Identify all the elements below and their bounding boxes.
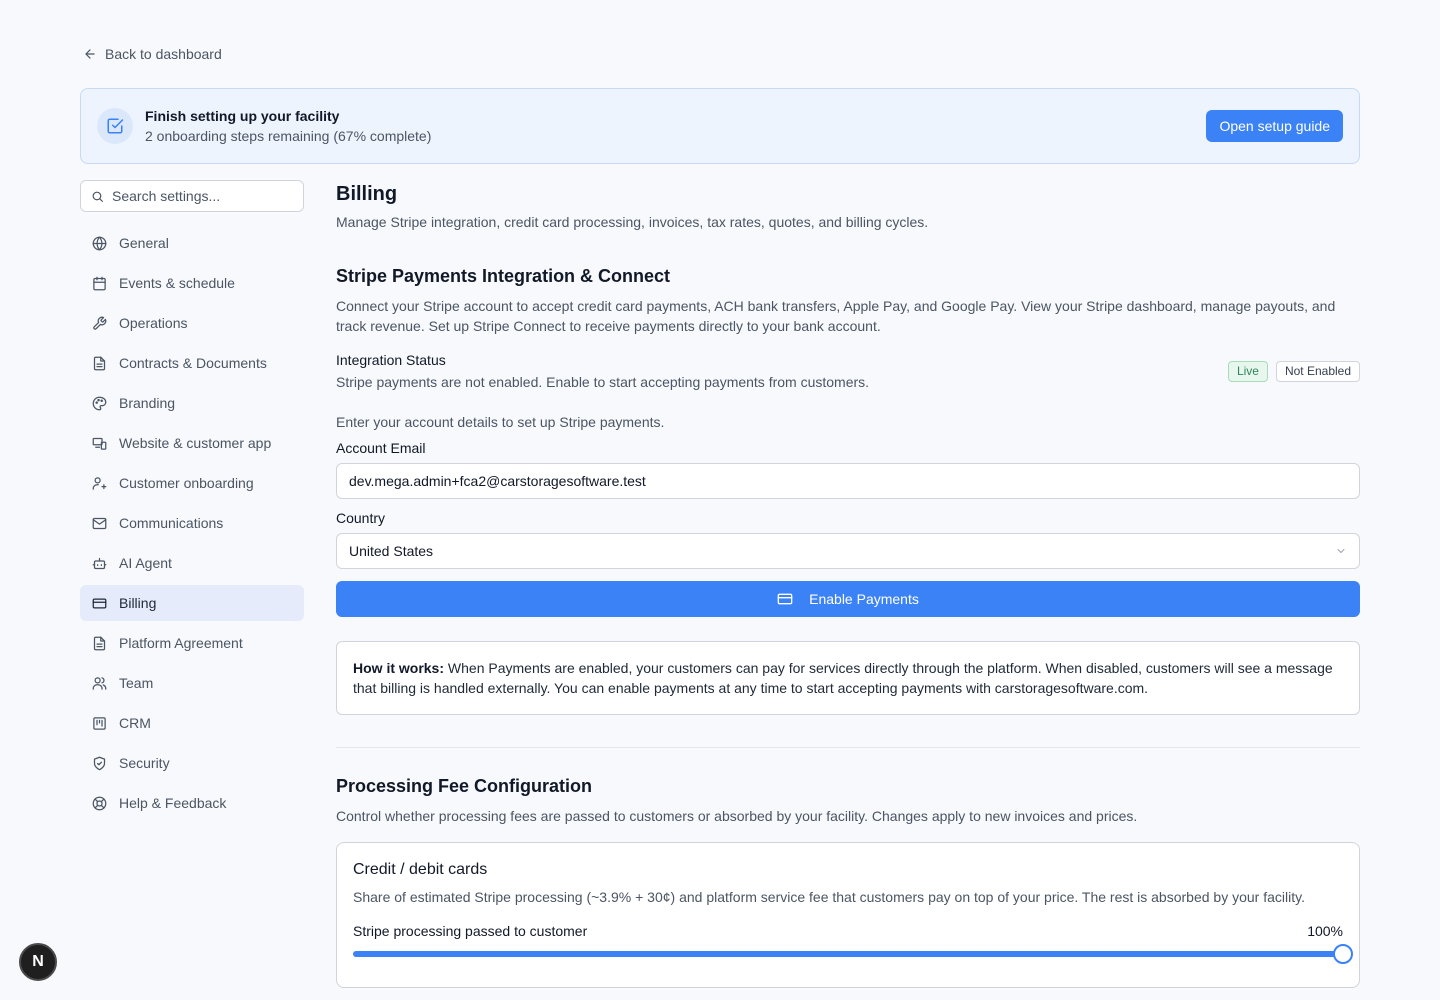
account-details-hint: Enter your account details to set up Str… xyxy=(336,414,665,430)
sidebar-item-label: Branding xyxy=(119,395,176,411)
processing-fee-slider[interactable] xyxy=(353,944,1353,964)
sidebar-item-events-schedule[interactable]: Events & schedule xyxy=(80,265,304,301)
integration-status-description: Stripe payments are not enabled. Enable … xyxy=(336,374,870,390)
sidebar-item-security[interactable]: Security xyxy=(80,745,304,781)
how-it-works-heading: How it works: xyxy=(353,660,445,676)
page-description: Manage Stripe integration, credit card p… xyxy=(336,214,929,230)
sidebar-item-website-customer-app[interactable]: Website & customer app xyxy=(80,425,304,461)
slider-label: Stripe processing passed to customer xyxy=(353,923,588,939)
slider-value: 100% xyxy=(1307,923,1343,939)
how-it-works-box: How it works: When Payments are enabled,… xyxy=(336,641,1360,715)
integration-status-row: Integration Status Stripe payments are n… xyxy=(336,352,1360,390)
enable-payments-button[interactable]: Enable Payments xyxy=(336,581,1360,617)
country-select[interactable]: United States xyxy=(336,533,1360,569)
sidebar-item-label: Contracts & Documents xyxy=(119,355,267,371)
fee-section-title: Processing Fee Configuration xyxy=(336,776,593,796)
sidebar-item-general[interactable]: General xyxy=(80,225,304,261)
slider-thumb[interactable] xyxy=(1333,944,1353,964)
back-to-dashboard-link[interactable]: Back to dashboard xyxy=(83,46,222,62)
settings-sidebar: General Events & schedule Operations Con… xyxy=(80,180,304,825)
fee-section-description: Control whether processing fees are pass… xyxy=(336,808,1138,824)
billing-main: Billing Manage Stripe integration, credi… xyxy=(336,180,1360,988)
sidebar-item-label: Operations xyxy=(119,315,188,331)
sidebar-item-label: Help & Feedback xyxy=(119,795,227,811)
sidebar-item-ai-agent[interactable]: AI Agent xyxy=(80,545,304,581)
status-badge: Not Enabled xyxy=(1275,360,1360,382)
account-email-input[interactable] xyxy=(336,463,1360,499)
back-link-label: Back to dashboard xyxy=(105,46,222,62)
fee-card-description: Share of estimated Stripe processing (~3… xyxy=(353,889,1305,905)
country-label: Country xyxy=(336,510,386,526)
bot-icon xyxy=(92,557,107,569)
setup-banner: Finish setting up your facility 2 onboar… xyxy=(80,88,1360,164)
arrow-left-icon xyxy=(85,49,95,59)
search-settings-box[interactable] xyxy=(80,180,304,212)
country-selected-value: United States xyxy=(349,543,434,559)
page-title: Billing xyxy=(336,183,398,205)
how-it-works-text: When Payments are enabled, your customer… xyxy=(353,660,1333,696)
credit-card-icon xyxy=(777,593,793,605)
search-icon xyxy=(92,191,103,202)
sidebar-item-contracts-documents[interactable]: Contracts & Documents xyxy=(80,345,304,381)
credit-debit-card-fee-card: Credit / debit cards Share of estimated … xyxy=(336,842,1360,988)
account-email-label: Account Email xyxy=(336,440,426,456)
sidebar-item-label: Security xyxy=(119,755,170,771)
document-icon xyxy=(93,636,106,650)
sidebar-item-label: Events & schedule xyxy=(119,275,235,291)
sidebar-item-label: General xyxy=(119,235,169,251)
wrench-icon xyxy=(93,316,107,330)
live-mode-badge: Live xyxy=(1227,360,1268,382)
sidebar-item-help-feedback[interactable]: Help & Feedback xyxy=(80,785,304,821)
sidebar-item-communications[interactable]: Communications xyxy=(80,505,304,541)
open-setup-guide-button[interactable]: Open setup guide xyxy=(1206,110,1343,142)
user-plus-icon xyxy=(92,476,107,490)
checkbox-icon xyxy=(97,108,133,144)
users-icon xyxy=(92,676,107,690)
sidebar-item-team[interactable]: Team xyxy=(80,665,304,701)
integration-status-label: Integration Status xyxy=(336,352,446,368)
sidebar-item-branding[interactable]: Branding xyxy=(80,385,304,421)
enable-payments-label: Enable Payments xyxy=(809,591,919,607)
sidebar-item-label: Customer onboarding xyxy=(119,475,254,491)
lifebuoy-icon xyxy=(92,796,107,810)
credit-card-icon xyxy=(92,598,107,608)
search-settings-input[interactable] xyxy=(112,188,293,204)
mail-icon xyxy=(92,517,107,529)
setup-banner-title: Finish setting up your facility xyxy=(145,108,340,124)
sidebar-item-label: Platform Agreement xyxy=(119,635,243,651)
section-divider xyxy=(336,747,1360,748)
stripe-section-title: Stripe Payments Integration & Connect xyxy=(336,266,671,286)
shield-icon xyxy=(93,756,106,770)
sidebar-item-label: Team xyxy=(119,675,154,691)
kanban-icon xyxy=(93,716,106,730)
document-icon xyxy=(93,356,106,370)
dev-tools-button[interactable]: N xyxy=(19,943,57,981)
sidebar-item-customer-onboarding[interactable]: Customer onboarding xyxy=(80,465,304,501)
sidebar-item-label: Website & customer app xyxy=(119,435,272,451)
chevron-down-icon xyxy=(1337,549,1345,554)
sidebar-item-label: CRM xyxy=(119,715,151,731)
sidebar-item-label: Billing xyxy=(119,595,157,611)
slider-fill xyxy=(353,951,1343,957)
sidebar-item-crm[interactable]: CRM xyxy=(80,705,304,741)
globe-icon xyxy=(92,236,107,250)
sidebar-item-label: Communications xyxy=(119,515,224,531)
fee-card-title: Credit / debit cards xyxy=(353,861,488,878)
sidebar-item-platform-agreement[interactable]: Platform Agreement xyxy=(80,625,304,661)
stripe-section-description: Connect your Stripe account to accept cr… xyxy=(336,298,1336,334)
setup-banner-subtitle: 2 onboarding steps remaining (67% comple… xyxy=(145,128,432,144)
sidebar-item-billing[interactable]: Billing xyxy=(80,585,304,621)
devices-icon xyxy=(92,437,107,450)
calendar-icon xyxy=(93,276,106,290)
sidebar-item-operations[interactable]: Operations xyxy=(80,305,304,341)
palette-icon xyxy=(92,396,107,410)
sidebar-item-label: AI Agent xyxy=(119,555,172,571)
